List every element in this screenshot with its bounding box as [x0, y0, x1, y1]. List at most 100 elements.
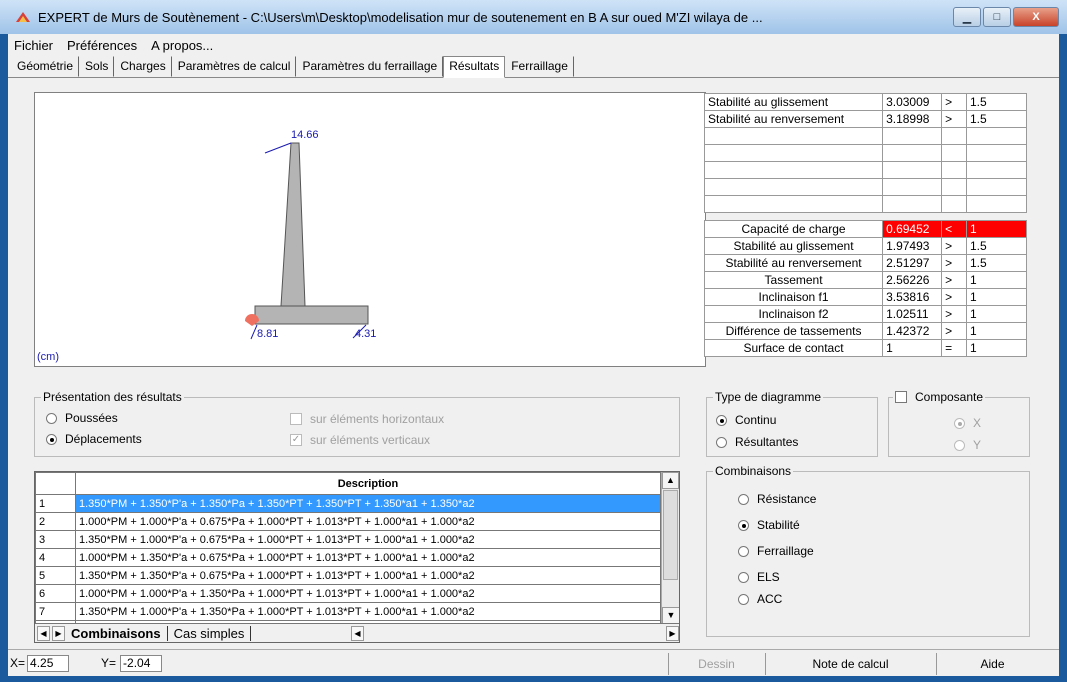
result-row: [703, 161, 1028, 179]
checkbox-horizontaux[interactable]: sur éléments horizontaux: [290, 412, 444, 426]
result-limit: 1: [965, 271, 1028, 289]
row-description[interactable]: 1.000*PM + 1.350*P'a + 0.675*Pa + 1.000*…: [75, 548, 661, 567]
tab-resultats[interactable]: Résultats: [443, 56, 506, 78]
hscroll-left-icon[interactable]: ◀: [351, 625, 364, 641]
hscroll-right-icon[interactable]: ▶: [666, 625, 679, 641]
radio-combinaison-2[interactable]: Ferraillage: [738, 544, 814, 558]
tab-charges[interactable]: Charges: [114, 56, 172, 77]
table-row[interactable]: 7 1.350*PM + 1.000*P'a + 1.350*Pa + 1.000…: [35, 602, 661, 621]
result-value: 3.18998: [882, 110, 943, 128]
table-row[interactable]: 3 1.350*PM + 1.000*P'a + 0.675*Pa + 1.000…: [35, 530, 661, 549]
result-limit: [965, 144, 1028, 162]
maximize-button[interactable]: □: [983, 7, 1011, 27]
radio-deplacements-dot[interactable]: [46, 433, 57, 445]
description-vertical-scrollbar[interactable]: ▲ ▼: [661, 472, 679, 624]
table-row[interactable]: 2 1.000*PM + 1.000*P'a + 0.675*Pa + 1.000…: [35, 512, 661, 531]
radio-combinaison-dot[interactable]: [738, 545, 749, 557]
menu-fichier[interactable]: Fichier: [14, 38, 53, 53]
radio-poussees[interactable]: Poussées: [46, 411, 118, 425]
radio-y[interactable]: Y: [954, 438, 981, 452]
description-table: Description 1 1.350*PM + 1.350*P'a + 1.35…: [35, 472, 661, 639]
radio-poussees-dot[interactable]: [46, 412, 57, 424]
dessin-button[interactable]: Dessin: [668, 653, 764, 675]
radio-resultantes-label: Résultantes: [735, 435, 799, 449]
aide-button[interactable]: Aide: [936, 653, 1048, 675]
presentation-group: Présentation des résultats: [34, 390, 680, 457]
x-coord-field: 4.25: [27, 654, 70, 672]
minimize-button[interactable]: ▁: [953, 7, 981, 27]
radio-combinaison-dot[interactable]: [738, 493, 749, 505]
menu-apropos[interactable]: A propos...: [151, 38, 213, 53]
radio-deplacements[interactable]: Déplacements: [46, 432, 142, 446]
checkbox-composante[interactable]: Composante: [895, 390, 983, 404]
radio-y-dot[interactable]: [954, 439, 965, 451]
row-description[interactable]: 1.000*PM + 1.000*P'a + 0.675*Pa + 1.000*…: [75, 512, 661, 531]
wall-drawing-canvas[interactable]: 14.66 8.81 4.31 (cm): [34, 92, 706, 367]
tab-geometrie[interactable]: Géométrie: [11, 56, 80, 77]
radio-x-label: X: [973, 416, 982, 430]
row-number[interactable]: 2: [35, 512, 76, 531]
row-number[interactable]: 5: [35, 566, 76, 585]
scroll-up-icon[interactable]: ▲: [662, 472, 679, 489]
checks-table: Capacité de charge 0.69452 <1 Stabilité au …: [703, 220, 1028, 357]
radio-combinaison-0[interactable]: Résistance: [738, 492, 816, 506]
checkbox-verticaux-box[interactable]: ✓: [290, 434, 302, 446]
radio-continu-dot[interactable]: [716, 414, 727, 426]
result-label: [703, 178, 884, 196]
result-label: Tassement: [703, 271, 884, 289]
row-number[interactable]: 3: [35, 530, 76, 549]
radio-resultantes[interactable]: Résultantes: [716, 435, 798, 449]
row-description[interactable]: 1.000*PM + 1.000*P'a + 1.350*Pa + 1.000*…: [75, 584, 661, 603]
tab-parametres-ferraillage[interactable]: Paramètres du ferraillage: [296, 56, 444, 77]
sheet-tab-cas-simples[interactable]: Cas simples: [168, 625, 252, 641]
radio-deplacements-label: Déplacements: [65, 432, 142, 446]
row-number[interactable]: 6: [35, 584, 76, 603]
result-row: [703, 127, 1028, 145]
note-de-calcul-button[interactable]: Note de calcul: [765, 653, 935, 675]
sheet-tab-combinaisons[interactable]: Combinaisons: [65, 625, 168, 641]
sheet-next-icon[interactable]: ▶: [52, 625, 65, 641]
result-limit: 1.5: [965, 110, 1028, 128]
tab-ferraillage[interactable]: Ferraillage: [505, 56, 574, 77]
checkbox-verticaux[interactable]: ✓ sur éléments verticaux: [290, 433, 430, 447]
row-description[interactable]: 1.350*PM + 1.000*P'a + 0.675*Pa + 1.000*…: [75, 530, 661, 549]
table-row[interactable]: 6 1.000*PM + 1.000*P'a + 1.350*Pa + 1.000…: [35, 584, 661, 603]
row-number[interactable]: 4: [35, 548, 76, 567]
row-description[interactable]: 1.350*PM + 1.350*P'a + 0.675*Pa + 1.000*…: [75, 566, 661, 585]
result-value: 1.42372: [882, 322, 943, 340]
title-bar[interactable]: EXPERT de Murs de Soutènement - C:\Users…: [0, 0, 1067, 34]
result-operator: >: [941, 254, 967, 272]
description-header: Description: [75, 472, 661, 495]
result-row: Stabilité au renversement 3.18998 >1.5: [703, 110, 1028, 128]
radio-combinaison-dot[interactable]: [738, 519, 749, 531]
table-row[interactable]: 1 1.350*PM + 1.350*P'a + 1.350*Pa + 1.350…: [35, 494, 661, 513]
radio-continu[interactable]: Continu: [716, 413, 776, 427]
table-row[interactable]: 5 1.350*PM + 1.350*P'a + 0.675*Pa + 1.000…: [35, 566, 661, 585]
scroll-thumb[interactable]: [663, 490, 678, 580]
close-button[interactable]: X: [1013, 7, 1059, 27]
row-number[interactable]: 7: [35, 602, 76, 621]
radio-combinaison-dot[interactable]: [738, 571, 749, 583]
y-coord-label: Y=: [101, 656, 117, 670]
row-description[interactable]: 1.350*PM + 1.350*P'a + 1.350*Pa + 1.350*…: [75, 494, 661, 513]
retaining-wall-diagram: 14.66 8.81 4.31: [245, 129, 376, 340]
tab-parametres-calcul[interactable]: Paramètres de calcul: [172, 56, 297, 77]
result-row: Stabilité au glissement 3.03009 >1.5: [703, 93, 1028, 111]
radio-x-dot[interactable]: [954, 417, 965, 429]
radio-resultantes-dot[interactable]: [716, 436, 727, 448]
scroll-down-icon[interactable]: ▼: [662, 607, 679, 624]
result-row: [703, 178, 1028, 196]
row-number[interactable]: 1: [35, 494, 76, 513]
radio-combinaison-4[interactable]: ACC: [738, 592, 782, 606]
checkbox-composante-box[interactable]: [895, 391, 907, 403]
tab-sols[interactable]: Sols: [79, 56, 115, 77]
checkbox-horizontaux-box[interactable]: [290, 413, 302, 425]
table-row[interactable]: 4 1.000*PM + 1.350*P'a + 0.675*Pa + 1.000…: [35, 548, 661, 567]
radio-combinaison-3[interactable]: ELS: [738, 570, 780, 584]
radio-x[interactable]: X: [954, 416, 981, 430]
menu-preferences[interactable]: Préférences: [67, 38, 137, 53]
radio-combinaison-1[interactable]: Stabilité: [738, 518, 800, 532]
radio-combinaison-dot[interactable]: [738, 593, 749, 605]
row-description[interactable]: 1.350*PM + 1.000*P'a + 1.350*Pa + 1.000*…: [75, 602, 661, 621]
sheet-prev-icon[interactable]: ◀: [37, 625, 50, 641]
